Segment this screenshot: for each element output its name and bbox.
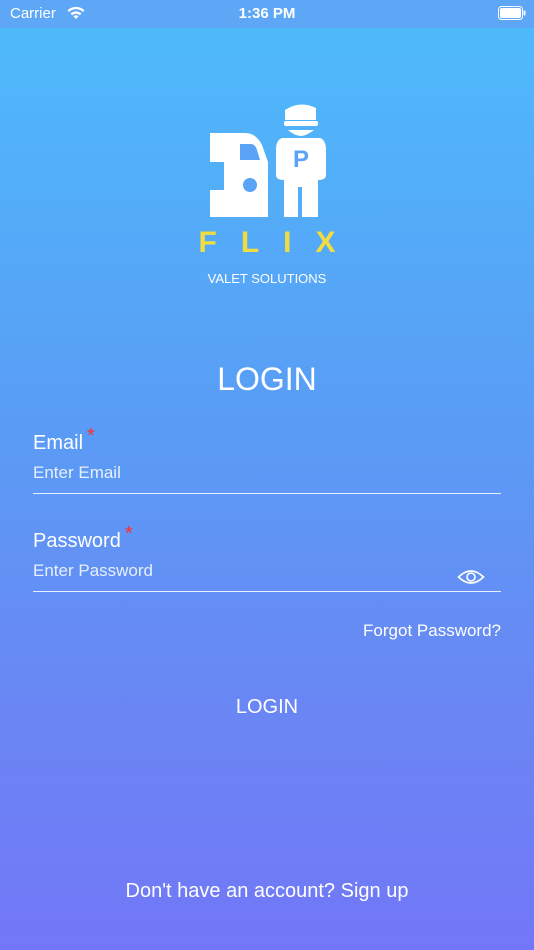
brand-name: FLIX — [198, 226, 360, 259]
email-field-group: Email * — [33, 425, 501, 494]
login-button[interactable]: LOGIN — [167, 692, 367, 722]
valet-logo-icon: P — [210, 104, 326, 217]
email-label: Email — [33, 432, 84, 454]
forgot-password-link[interactable]: Forgot Password? — [363, 621, 501, 641]
email-required-mark: * — [87, 425, 95, 447]
page-title: LOGIN — [217, 361, 317, 397]
password-required-mark: * — [124, 523, 133, 545]
status-bar: Carrier 1:36 PM — [0, 0, 534, 28]
password-input[interactable] — [33, 553, 501, 592]
clock: 1:36 PM — [238, 5, 296, 22]
battery-icon — [498, 6, 526, 20]
parking-badge-letter: P — [293, 146, 309, 173]
email-input[interactable] — [33, 455, 501, 494]
signup-link[interactable]: Don't have an account? Sign up — [0, 880, 534, 903]
eye-icon[interactable] — [457, 568, 485, 586]
password-label: Password — [33, 530, 121, 552]
brand-tagline: VALET SOLUTIONS — [207, 271, 327, 286]
password-field-group: Password * — [33, 523, 501, 592]
